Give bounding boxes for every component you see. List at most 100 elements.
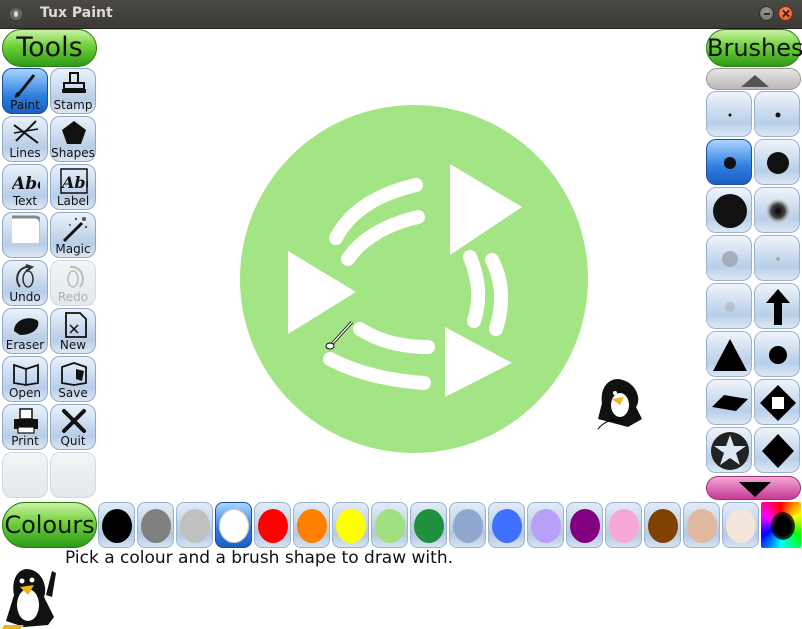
colour-dot	[141, 509, 171, 543]
rainbow-picker-icon[interactable]	[761, 502, 801, 548]
blank-square-icon	[12, 215, 40, 243]
tool-text[interactable]: AbcText	[2, 164, 48, 210]
paintbrush-icon	[15, 74, 36, 98]
tool-label: Print	[11, 434, 39, 448]
tool-empty-slot	[50, 452, 96, 498]
brush-diamond-outline-brush[interactable]	[754, 379, 800, 425]
brush-diamond-brush[interactable]	[754, 427, 800, 473]
huge-dot-icon	[713, 194, 747, 228]
eraser-icon	[14, 318, 39, 335]
tool-stamp[interactable]: Stamp	[50, 68, 96, 114]
tool-lines[interactable]: Lines	[2, 116, 48, 162]
colour-dot	[531, 509, 561, 543]
colour-swatch[interactable]	[683, 502, 720, 548]
colour-swatch[interactable]	[527, 502, 564, 548]
tool-undo[interactable]: Undo	[2, 260, 48, 306]
tool-empty-slot	[2, 452, 48, 498]
colour-swatch[interactable]	[722, 502, 759, 548]
colour-dot	[102, 509, 132, 543]
colour-swatch[interactable]	[215, 502, 252, 548]
brush-scroll-down-button[interactable]	[706, 476, 801, 500]
tool-magic[interactable]: Magic	[50, 212, 96, 258]
colour-swatch[interactable]	[176, 502, 213, 548]
triangle-up-icon	[741, 75, 769, 87]
tool-label: Undo	[9, 290, 41, 304]
tool-label: Label	[56, 194, 90, 208]
new-page-icon	[65, 312, 87, 338]
brush-faint-small-dot[interactable]	[706, 283, 752, 329]
close-button[interactable]	[778, 6, 793, 21]
tool-label: Eraser	[5, 338, 45, 352]
tool-shapes[interactable]: Shapes	[50, 116, 96, 162]
tool-label: Redo	[57, 290, 89, 304]
star-brush-icon	[711, 432, 749, 470]
colour-swatch[interactable]	[566, 502, 603, 548]
colour-dot	[687, 509, 717, 543]
brush-huge-dot[interactable]	[706, 187, 752, 233]
colour-swatch[interactable]	[332, 502, 369, 548]
brush-diamond-flat-brush[interactable]	[706, 379, 752, 425]
triangle-down-icon	[739, 482, 771, 497]
open-book-icon	[13, 363, 39, 386]
printer-icon	[14, 408, 38, 434]
brush-circle-brush[interactable]	[754, 331, 800, 377]
triangle-brush-icon	[713, 339, 747, 371]
fuzzy-dot-icon	[764, 197, 792, 225]
tool-redo[interactable]: Redo	[50, 260, 96, 306]
faint-dot-icon	[776, 257, 780, 261]
tux-app-icon	[10, 8, 22, 20]
colour-dot	[258, 509, 288, 543]
tool-label: Quit	[60, 434, 86, 448]
colour-swatch[interactable]	[410, 502, 447, 548]
small-dot-icon	[775, 112, 781, 118]
faint-small-dot-icon	[725, 302, 735, 312]
colour-swatch[interactable]	[488, 502, 525, 548]
arrow-up-brush-icon	[766, 289, 790, 325]
diamond-outline-brush-icon	[760, 385, 796, 421]
brush-small-dot[interactable]	[754, 91, 800, 137]
colour-swatch[interactable]	[449, 502, 486, 548]
colour-dot	[219, 509, 249, 543]
colour-swatch[interactable]	[371, 502, 408, 548]
colour-swatch[interactable]	[605, 502, 642, 548]
tiny-dot-icon	[728, 113, 732, 117]
diamond-flat-brush-icon	[712, 395, 748, 411]
tool-label: Save	[58, 386, 88, 400]
brush-triangle-brush[interactable]	[706, 331, 752, 377]
tool-paint[interactable]: Paint	[2, 68, 48, 114]
colour-swatch[interactable]	[293, 502, 330, 548]
colour-dot	[570, 509, 600, 543]
brushes-title: Brushes	[706, 29, 802, 67]
status-message: Pick a colour and a brush shape to draw …	[65, 548, 454, 568]
colour-dot	[375, 509, 405, 543]
brush-faint-dot[interactable]	[754, 235, 800, 281]
brush-soft-gray-dot[interactable]	[706, 235, 752, 281]
tool-open[interactable]: Open	[2, 356, 48, 402]
brush-tiny-dot[interactable]	[706, 91, 752, 137]
tool-eraser[interactable]: Eraser	[2, 308, 48, 354]
svg-text:Abc: Abc	[60, 173, 88, 192]
brush-star-brush[interactable]	[706, 427, 752, 473]
tool-fill[interactable]	[2, 212, 48, 258]
tool-quit[interactable]: Quit	[50, 404, 96, 450]
brush-fuzzy-dot[interactable]	[754, 187, 800, 233]
circle-brush-icon	[769, 346, 787, 364]
medium-dot-icon	[724, 157, 736, 169]
drawing-canvas[interactable]	[98, 29, 704, 499]
brush-medium-dot[interactable]	[706, 139, 752, 185]
tool-label: New	[59, 338, 87, 352]
tool-label[interactable]: Abc Label	[50, 164, 96, 210]
tool-save[interactable]: Save	[50, 356, 96, 402]
brush-large-dot[interactable]	[754, 139, 800, 185]
brush-scroll-up-button[interactable]	[706, 68, 801, 90]
colour-swatch[interactable]	[644, 502, 681, 548]
colour-swatch[interactable]	[254, 502, 291, 548]
brush-arrow-up-brush[interactable]	[754, 283, 800, 329]
minimize-button[interactable]	[759, 6, 774, 21]
tool-print[interactable]: Print	[2, 404, 48, 450]
colour-swatch[interactable]	[137, 502, 174, 548]
tool-new[interactable]: New	[50, 308, 96, 354]
tools-title: Tools	[2, 29, 97, 67]
colour-swatch[interactable]	[98, 502, 135, 548]
label-abc-icon: Abc	[60, 168, 88, 194]
